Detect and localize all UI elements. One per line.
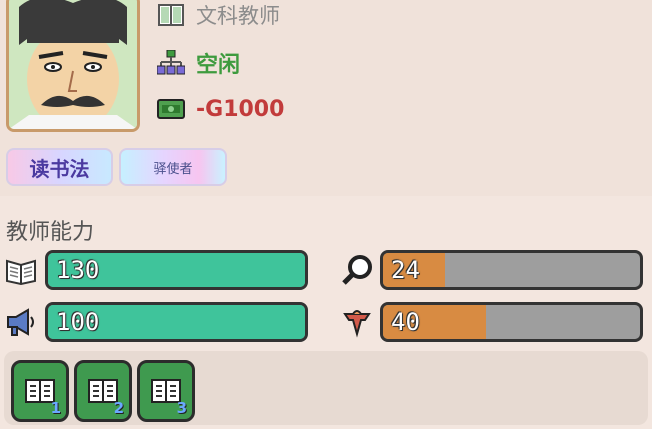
course-book-slot-2[interactable]: 2: [74, 360, 132, 422]
stat-bar-eloquence: 100: [45, 302, 308, 342]
course-book-slot-1[interactable]: 1: [11, 360, 69, 422]
status-label: 空闲: [196, 53, 241, 78]
cash-icon: [156, 95, 186, 123]
open-book-icon: [156, 1, 186, 29]
stat-bar-passion: 40: [380, 302, 643, 342]
stat-value: 24: [391, 256, 420, 284]
trait-label: 驿使者: [153, 161, 193, 177]
stat-value: 40: [391, 308, 420, 336]
salary-row: -G1000: [156, 95, 284, 123]
book-level: 3: [176, 399, 187, 417]
magnifier-icon: [340, 253, 374, 287]
role-label: 文科教师: [196, 4, 280, 28]
trait-badge-reading[interactable]: 读书法: [6, 148, 113, 186]
megaphone-icon: [4, 305, 38, 339]
trait-badge-messenger[interactable]: 驿使者: [119, 148, 227, 186]
section-title: 教师能力: [6, 220, 95, 245]
teacher-avatar[interactable]: [6, 0, 140, 132]
book-level: 1: [50, 399, 61, 417]
flame-icon: [340, 305, 374, 339]
trait-label: 读书法: [29, 156, 90, 181]
book-icon: [4, 253, 38, 287]
course-book-slot-3[interactable]: 3: [137, 360, 195, 422]
book-level: 2: [113, 399, 124, 417]
stat-bar-knowledge: 130: [45, 250, 308, 290]
stat-value: 130: [56, 256, 100, 284]
salary-value: -G1000: [196, 96, 285, 122]
stat-value: 100: [56, 308, 100, 336]
role-row: 文科教师: [156, 0, 280, 30]
org-chart-icon: [156, 49, 186, 77]
status-row: 空闲: [156, 47, 240, 79]
stat-bar-insight: 24: [380, 250, 643, 290]
